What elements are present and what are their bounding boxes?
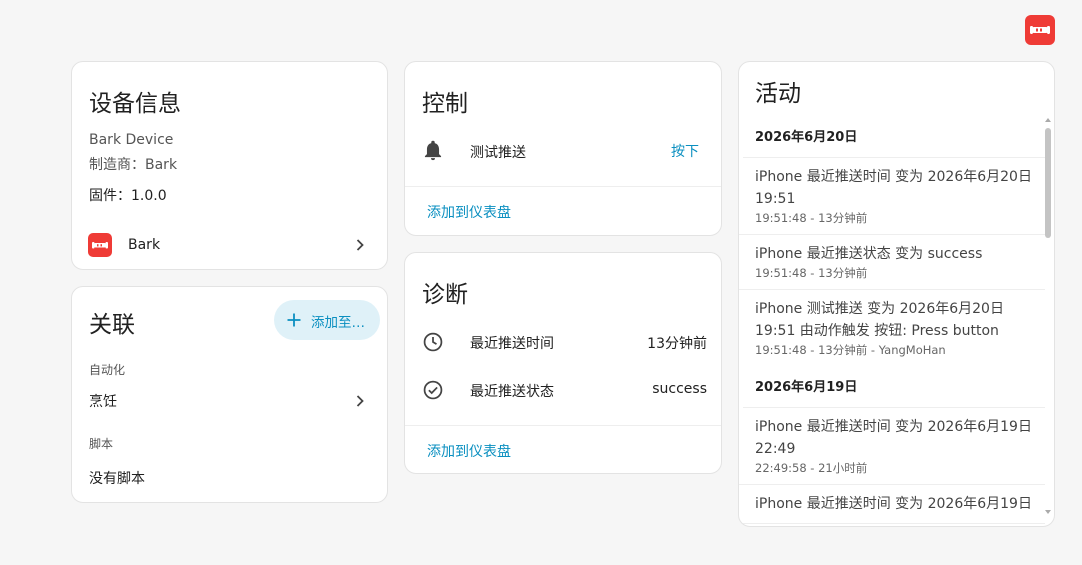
scroll-up-arrow-icon [1045, 118, 1051, 122]
activity-title: 活动 [755, 81, 801, 107]
plus-icon [287, 313, 301, 327]
activity-item[interactable]: iPhone 最近推送时间 变为 2026年6月19日 [739, 485, 1045, 524]
automation-item-label: 烹饪 [89, 394, 117, 410]
activity-scrollbar[interactable] [1044, 116, 1052, 516]
device-info-title: 设备信息 [89, 91, 181, 117]
integration-name: Bark [128, 237, 161, 253]
activity-list[interactable]: 2026年6月20日 iPhone 最近推送时间 变为 2026年6月20日 1… [739, 114, 1045, 524]
activity-time: 19:51:48 - 13分钟前 - YangMoHan [755, 343, 946, 357]
scrollbar-thumb[interactable] [1045, 128, 1051, 238]
activity-date-header: 2026年6月19日 [755, 380, 858, 395]
activity-time: 22:49:58 - 21小时前 [755, 461, 868, 475]
divider [405, 186, 721, 187]
bell-icon [424, 140, 442, 161]
chevron-right-icon [356, 239, 364, 251]
automation-item-row[interactable]: 烹饪 [72, 383, 387, 417]
diagnostic-row[interactable]: 最近推送时间 13分钟前 [405, 325, 721, 361]
related-title: 关联 [89, 312, 135, 338]
activity-time: 19:51:48 - 13分钟前 [755, 266, 868, 280]
add-to-button-label: 添加至… [311, 315, 365, 331]
diagnostic-name: 最近推送状态 [470, 384, 554, 400]
diagnostic-name: 最近推送时间 [470, 336, 554, 352]
diagnostic-value: 13分钟前 [647, 336, 707, 352]
script-header: 脚本 [89, 437, 114, 451]
add-to-dashboard-link[interactable]: 添加到仪表盘 [427, 441, 511, 461]
chevron-right-icon [356, 395, 364, 407]
controls-card: 控制 测试推送 按下 添加到仪表盘 [404, 61, 722, 236]
bark-integration-icon [88, 233, 112, 257]
activity-item[interactable]: iPhone 最近推送时间 变为 2026年6月20日 19:51 19:51:… [739, 158, 1045, 235]
press-button[interactable]: 按下 [671, 141, 699, 161]
device-info-card: 设备信息 Bark Device 制造商：Bark 固件：1.0.0 Bark [71, 61, 388, 270]
test-push-entity: 测试推送 [470, 145, 526, 161]
diagnostics-card: 诊断 最近推送时间 13分钟前 最近推送状态 success 添加到仪表盘 [404, 252, 722, 474]
activity-message: iPhone 最近推送时间 变为 2026年6月19日 [755, 496, 1032, 512]
clock-icon [423, 332, 443, 352]
activity-card: 活动 2026年6月20日 iPhone 最近推送时间 变为 2026年6月20… [738, 61, 1055, 527]
diagnostic-row[interactable]: 最近推送状态 success [405, 373, 721, 409]
activity-message: iPhone 最近推送状态 变为 success [755, 246, 983, 262]
activity-message: iPhone 最近推送时间 变为 2026年6月20日 19:51 [755, 169, 1032, 207]
activity-message: iPhone 测试推送 变为 2026年6月20日 19:51 由动作触发 按钮… [755, 301, 1004, 339]
divider [405, 425, 721, 426]
controls-title: 控制 [422, 91, 468, 117]
device-model: Bark Device [89, 132, 174, 148]
activity-item[interactable]: iPhone 测试推送 变为 2026年6月20日 19:51 由动作触发 按钮… [739, 290, 1045, 366]
diagnostics-title: 诊断 [422, 282, 468, 308]
scroll-down-arrow-icon [1045, 510, 1051, 514]
activity-message: iPhone 最近推送时间 变为 2026年6月19日 22:49 [755, 419, 1032, 457]
device-firmware: 固件：1.0.0 [89, 188, 167, 204]
related-card: 关联 添加至… 自动化 烹饪 脚本 没有脚本 [71, 286, 388, 503]
activity-item[interactable]: iPhone 最近推送状态 变为 success 19:51:48 - 13分钟… [739, 235, 1045, 290]
integration-row[interactable]: Bark [72, 222, 387, 268]
automation-header: 自动化 [89, 363, 126, 377]
check-circle-icon [423, 380, 443, 400]
device-manufacturer: 制造商：Bark [89, 157, 178, 173]
add-to-button[interactable]: 添加至… [274, 300, 380, 340]
diagnostic-value: success [652, 381, 707, 397]
add-to-dashboard-link[interactable]: 添加到仪表盘 [427, 202, 511, 222]
activity-time: 19:51:48 - 13分钟前 [755, 211, 868, 225]
activity-item[interactable]: iPhone 最近推送时间 变为 2026年6月19日 22:49 22:49:… [739, 408, 1045, 485]
bark-logo-icon [1025, 15, 1055, 45]
script-empty-text: 没有脚本 [89, 471, 145, 487]
activity-date-header: 2026年6月20日 [755, 130, 858, 145]
